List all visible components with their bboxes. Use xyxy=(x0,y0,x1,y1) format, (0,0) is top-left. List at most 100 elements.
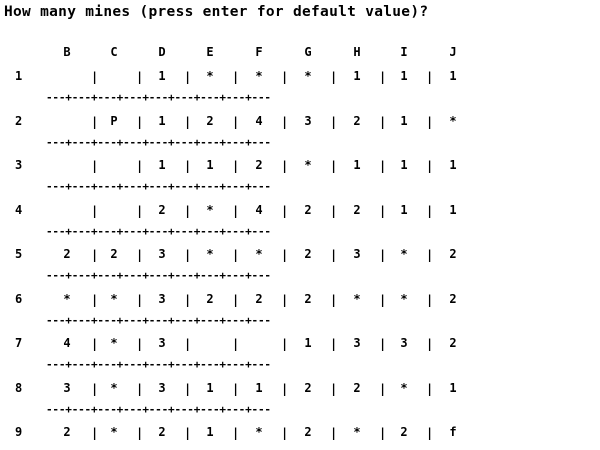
board-cell[interactable]: * xyxy=(103,382,125,394)
board-cell[interactable]: * xyxy=(393,248,415,260)
column-divider: | xyxy=(281,115,289,129)
column-divider: | xyxy=(91,159,99,173)
board-cell[interactable]: f xyxy=(442,426,464,438)
board-cell[interactable]: 2 xyxy=(297,382,319,394)
board-cell[interactable]: 1 xyxy=(297,337,319,349)
column-divider: | xyxy=(426,248,434,262)
column-header-c: C xyxy=(110,45,118,59)
board-cell[interactable]: * xyxy=(103,337,125,349)
board-cell[interactable]: * xyxy=(103,426,125,438)
board-cell[interactable]: 2 xyxy=(442,248,464,260)
board-cell[interactable]: 4 xyxy=(56,337,78,349)
board-cell[interactable]: 2 xyxy=(297,248,319,260)
board-cell[interactable]: * xyxy=(56,293,78,305)
board-cell[interactable]: * xyxy=(346,426,368,438)
board-cell[interactable]: P xyxy=(103,115,125,127)
board-cell[interactable]: 2 xyxy=(297,293,319,305)
board-cell[interactable]: 2 xyxy=(56,426,78,438)
board-cell[interactable]: 4 xyxy=(248,204,270,216)
column-divider: | xyxy=(91,248,99,262)
column-divider: | xyxy=(136,159,144,173)
row-separator: ---+---+---+---+---+---+---+---+--- xyxy=(46,180,271,193)
board-cell[interactable]: 2 xyxy=(151,204,173,216)
board-cell[interactable]: 1 xyxy=(393,70,415,82)
board-cell[interactable]: 3 xyxy=(346,248,368,260)
board-cell[interactable]: * xyxy=(248,248,270,260)
board-cell[interactable]: 1 xyxy=(151,115,173,127)
column-divider: | xyxy=(184,115,192,129)
board-cell[interactable]: 1 xyxy=(151,70,173,82)
column-divider: | xyxy=(281,70,289,84)
board-cell[interactable]: 2 xyxy=(199,115,221,127)
board-cell[interactable]: * xyxy=(199,248,221,260)
board-cell[interactable]: 1 xyxy=(442,204,464,216)
column-divider: | xyxy=(232,115,240,129)
board-cell[interactable]: * xyxy=(393,382,415,394)
board-cell[interactable]: 1 xyxy=(199,159,221,171)
board-cell[interactable]: 1 xyxy=(248,382,270,394)
row-separator: ---+---+---+---+---+---+---+---+--- xyxy=(46,225,271,238)
board-cell[interactable]: 2 xyxy=(297,204,319,216)
board-cell[interactable]: * xyxy=(393,293,415,305)
row-label-5: 5 xyxy=(15,247,23,261)
board-cell[interactable]: 3 xyxy=(151,382,173,394)
board-cell[interactable]: * xyxy=(297,159,319,171)
board-cell[interactable]: * xyxy=(442,115,464,127)
board-cell[interactable]: 2 xyxy=(346,382,368,394)
board-cell[interactable]: 1 xyxy=(199,426,221,438)
board-cell[interactable]: 2 xyxy=(56,248,78,260)
column-divider: | xyxy=(136,337,144,351)
board-cell[interactable]: * xyxy=(103,293,125,305)
board-cell[interactable]: 1 xyxy=(346,159,368,171)
board-cell[interactable]: 1 xyxy=(393,115,415,127)
row-label-7: 7 xyxy=(15,336,23,350)
board-cell[interactable]: 1 xyxy=(442,382,464,394)
column-divider: | xyxy=(232,337,240,351)
board-cell[interactable]: 3 xyxy=(151,337,173,349)
board-cell[interactable]: 2 xyxy=(248,293,270,305)
column-divider: | xyxy=(379,70,387,84)
board-cell[interactable]: 3 xyxy=(151,293,173,305)
board-cell[interactable]: 4 xyxy=(248,115,270,127)
column-divider: | xyxy=(91,70,99,84)
board-cell[interactable]: * xyxy=(199,204,221,216)
board-cell[interactable]: 2 xyxy=(199,293,221,305)
board-cell[interactable]: 1 xyxy=(442,70,464,82)
board-cell[interactable]: 3 xyxy=(346,337,368,349)
column-divider: | xyxy=(330,337,338,351)
column-divider: | xyxy=(184,159,192,173)
column-divider: | xyxy=(136,204,144,218)
board-cell[interactable]: * xyxy=(199,70,221,82)
board-cell[interactable]: 1 xyxy=(199,382,221,394)
board-cell[interactable]: 2 xyxy=(442,337,464,349)
board-cell[interactable]: 2 xyxy=(103,248,125,260)
column-header-b: B xyxy=(63,45,71,59)
board-cell[interactable]: 1 xyxy=(393,159,415,171)
column-divider: | xyxy=(232,293,240,307)
board-cell[interactable]: * xyxy=(346,293,368,305)
board-cell[interactable]: 3 xyxy=(151,248,173,260)
board-cell[interactable]: 1 xyxy=(393,204,415,216)
board-cell[interactable]: 3 xyxy=(56,382,78,394)
board-cell[interactable]: 2 xyxy=(151,426,173,438)
board-cell[interactable]: * xyxy=(248,70,270,82)
board-cell[interactable]: 2 xyxy=(346,204,368,216)
column-header-d: D xyxy=(158,45,166,59)
board-cell[interactable]: 2 xyxy=(442,293,464,305)
column-divider: | xyxy=(184,337,192,351)
board-cell[interactable]: 1 xyxy=(442,159,464,171)
board-cell[interactable]: 3 xyxy=(393,337,415,349)
column-divider: | xyxy=(330,293,338,307)
row-separator: ---+---+---+---+---+---+---+---+--- xyxy=(46,358,271,371)
board-cell[interactable]: 2 xyxy=(297,426,319,438)
board-cell[interactable]: 1 xyxy=(151,159,173,171)
board-cell[interactable]: 2 xyxy=(346,115,368,127)
board-cell[interactable]: 3 xyxy=(297,115,319,127)
column-divider: | xyxy=(379,204,387,218)
board-cell[interactable]: 2 xyxy=(248,159,270,171)
board-cell[interactable]: * xyxy=(297,70,319,82)
column-divider: | xyxy=(136,248,144,262)
board-cell[interactable]: * xyxy=(248,426,270,438)
board-cell[interactable]: 1 xyxy=(346,70,368,82)
board-cell[interactable]: 2 xyxy=(393,426,415,438)
